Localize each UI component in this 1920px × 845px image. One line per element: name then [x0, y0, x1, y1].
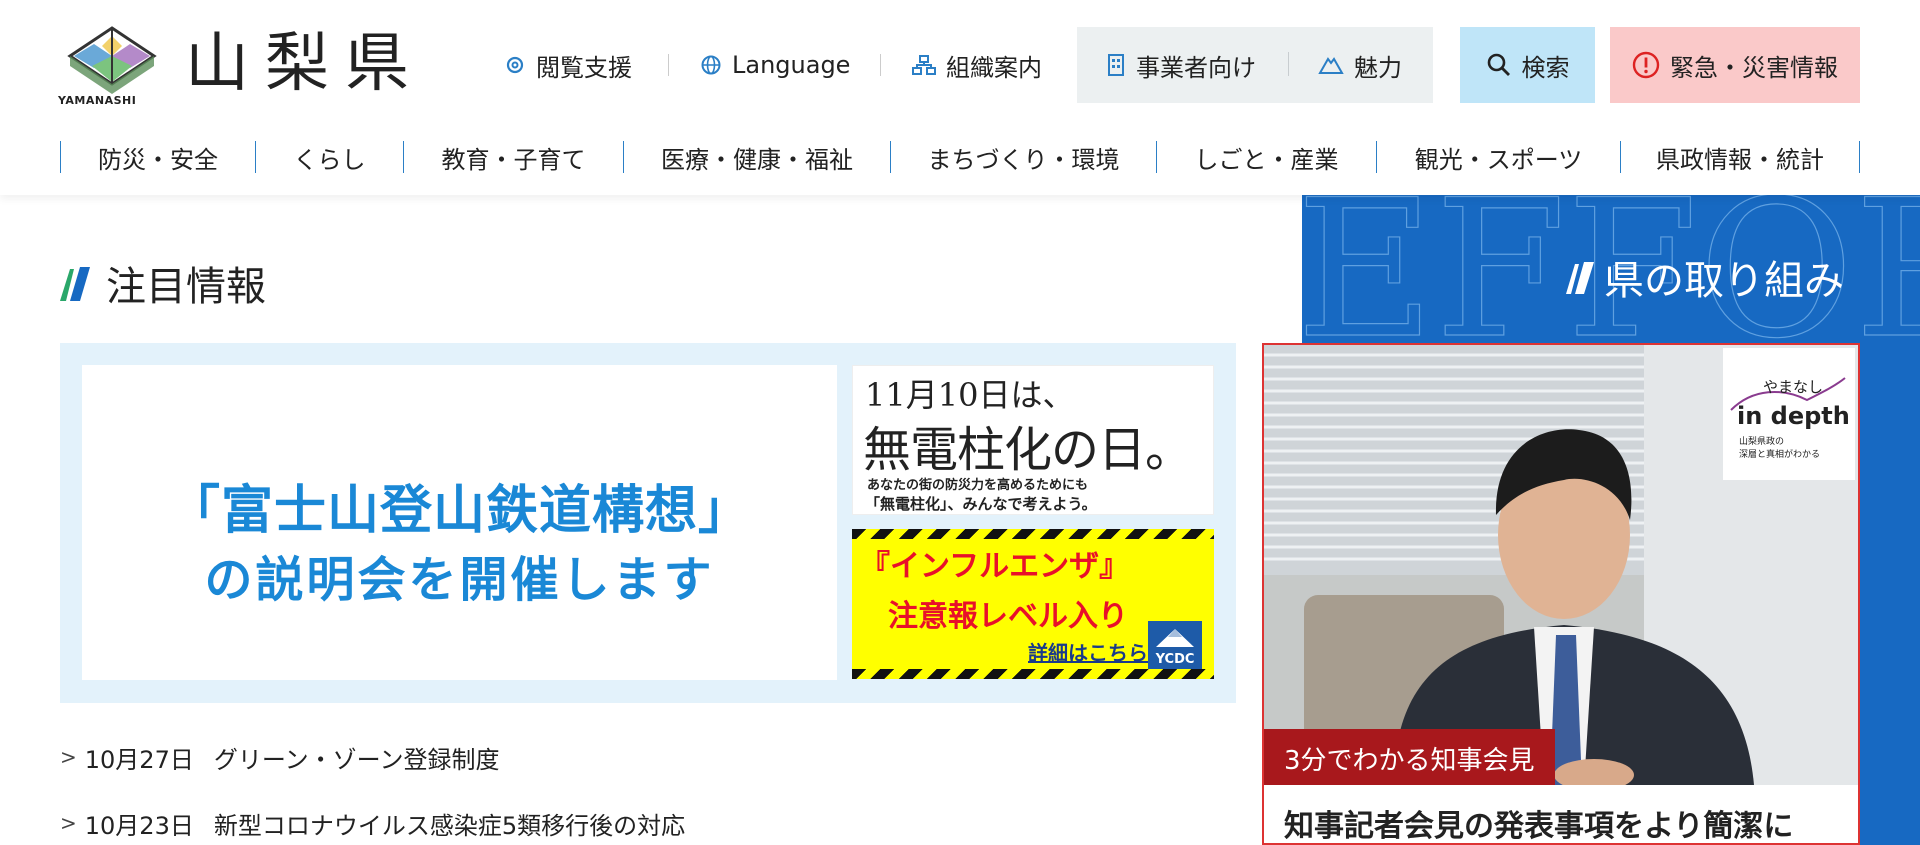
nav-item-tourism[interactable]: 観光・スポーツ	[1376, 141, 1620, 174]
category-badge: 3分でわかる知事会見	[1264, 729, 1555, 787]
news-title: 新型コロナウイルス感染症5類移行後の対応	[213, 811, 686, 840]
section-title: 注目情報	[60, 254, 266, 312]
initiatives-title: 県の取り組み	[1566, 248, 1844, 306]
nav-item-town[interactable]: まちづくり・環境	[890, 141, 1156, 174]
divider	[880, 54, 881, 76]
attraction-link[interactable]: 魅力	[1318, 28, 1402, 102]
news-list: > 10月27日 グリーン・ゾーン登録制度 > 10月23日 新型コロナウイルス…	[60, 724, 1236, 845]
globe-icon	[700, 54, 722, 76]
search-icon	[1486, 52, 1512, 78]
ycdc-label: YCDC	[1155, 652, 1195, 667]
alert-icon	[1632, 51, 1660, 79]
chevron-right-icon: >	[60, 811, 77, 835]
news-item[interactable]: > 10月27日 グリーン・ゾーン登録制度	[60, 724, 1236, 790]
news-title: グリーン・ゾーン登録制度	[213, 745, 500, 774]
language-label: Language	[732, 51, 851, 79]
indepth-main: in depth	[1737, 402, 1850, 430]
indepth-top: やまなし	[1763, 378, 1824, 396]
news-date: 10月27日	[84, 745, 194, 774]
influenza-banner[interactable]: 『インフルエンザ』 注意報レベル入り 詳細はこちら YCDC	[852, 529, 1214, 679]
feature-card[interactable]: やまなし in depth 山梨県政の 深層と真相がわかる 3分でわかる知事会見…	[1262, 343, 1860, 845]
organization-label: 組織案内	[946, 53, 1042, 82]
main-banner[interactable]: 「富士山登山鉄道構想」 の説明会を開催します	[82, 365, 837, 680]
section-title-text: 注目情報	[106, 264, 266, 310]
indepth-logo: やまなし in depth 山梨県政の 深層と真相がわかる	[1723, 348, 1855, 480]
details-link[interactable]: 詳細はこちら	[1028, 637, 1148, 666]
banner-subtext: あなたの街の防災力を高めるためにも	[867, 478, 1089, 493]
business-link[interactable]: 事業者向け	[1106, 28, 1256, 102]
search-button[interactable]: 検索	[1460, 27, 1595, 103]
main-banner-line1: 「富士山登山鉄道構想」	[167, 481, 751, 541]
building-icon	[1106, 53, 1126, 77]
utility-pole-banner[interactable]: 11月10日は、 無電柱化の日。 あなたの街の防災力を高めるためにも 「無電柱化…	[852, 365, 1214, 515]
divider	[1288, 52, 1289, 76]
caution-stripe	[852, 529, 1214, 539]
news-date: 10月23日	[84, 811, 194, 840]
section-mark-icon	[1566, 262, 1594, 294]
section-mark-icon	[60, 267, 90, 301]
banner-area: 「富士山登山鉄道構想」 の説明会を開催します 11月10日は、 無電柱化の日。 …	[60, 343, 1236, 703]
global-nav: 防災・安全 くらし 教育・子育て 医療・健康・福祉 まちづくり・環境 しごと・産…	[60, 141, 1860, 174]
search-label: 検索	[1521, 53, 1570, 82]
caution-stripe	[852, 669, 1214, 679]
nav-item-education[interactable]: 教育・子育て	[403, 141, 623, 174]
chevron-right-icon: >	[60, 745, 77, 769]
site-header: YAMANASHI 山梨県 閲覧支援 Language 組織案内 事業者向け 魅…	[0, 0, 1920, 195]
feature-caption: 知事記者会見の発表事項をより簡潔に	[1264, 785, 1828, 843]
logo-text: YAMANASHI	[58, 94, 137, 107]
accessibility-label: 閲覧支援	[536, 53, 632, 82]
attraction-label: 魅力	[1354, 53, 1402, 82]
accessibility-link[interactable]: 閲覧支援	[504, 28, 632, 102]
influenza-title: 『インフルエンザ』	[860, 549, 1130, 584]
nav-item-work[interactable]: しごと・産業	[1156, 141, 1376, 174]
ycdc-logo: YCDC	[1148, 621, 1202, 669]
business-label: 事業者向け	[1136, 53, 1256, 82]
emergency-button[interactable]: 緊急・災害情報	[1610, 27, 1860, 103]
language-link[interactable]: Language	[700, 28, 850, 102]
fuji-icon	[1156, 629, 1194, 647]
banner-headline: 無電柱化の日。	[863, 422, 1193, 478]
news-item[interactable]: > 10月23日 新型コロナウイルス感染症5類移行後の対応	[60, 790, 1236, 845]
indepth-sub: 山梨県政の 深層と真相がわかる	[1739, 437, 1821, 460]
main-banner-line2: の説明会を開催します	[204, 552, 715, 608]
org-chart-icon	[912, 54, 936, 76]
site-title[interactable]: 山梨県	[185, 24, 425, 104]
nav-item-living[interactable]: くらし	[255, 141, 403, 174]
banner-subtext: 「無電柱化」、みんなで考えよう。	[865, 495, 1097, 513]
nav-item-disaster[interactable]: 防災・安全	[60, 141, 255, 174]
emergency-label: 緊急・災害情報	[1670, 53, 1838, 82]
mountain-icon	[1318, 55, 1344, 75]
initiatives-title-text: 県の取り組み	[1604, 258, 1844, 304]
nav-item-health[interactable]: 医療・健康・福祉	[623, 141, 890, 174]
gear-icon	[504, 54, 526, 76]
organization-link[interactable]: 組織案内	[912, 28, 1042, 102]
nav-item-government[interactable]: 県政情報・統計	[1620, 141, 1860, 174]
divider	[668, 54, 669, 76]
influenza-subtitle: 注意報レベル入り	[888, 599, 1128, 634]
